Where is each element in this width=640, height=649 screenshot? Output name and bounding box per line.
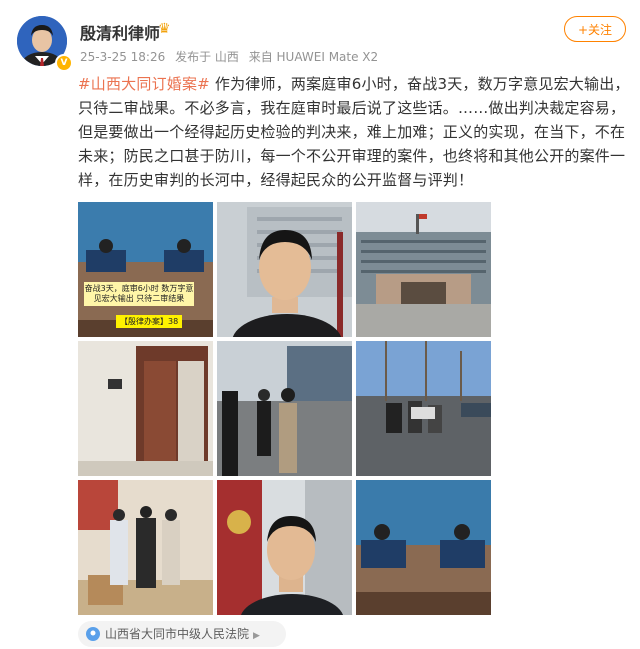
photo-office-door[interactable] <box>78 341 213 476</box>
photo-three-people[interactable] <box>78 480 213 615</box>
follow-button[interactable]: +关注 <box>564 16 626 42</box>
photo-tag-overlay: 【殷律办案】38 <box>116 315 183 328</box>
post-text: #山西大同订婚案# 作为律师，两案庭审6小时，奋战3天，数万字意见宏大输出，只待… <box>78 72 630 192</box>
post-date: 25-3-25 18:26 <box>80 50 166 64</box>
post-meta: 25-3-25 18:26 发布于 山西 来自 HUAWEI Mate X2 <box>80 48 384 65</box>
photo-court-building[interactable] <box>356 202 491 337</box>
photo-crowd-street[interactable] <box>356 341 491 476</box>
photo-outdoor-group[interactable] <box>217 341 352 476</box>
location-pin-icon <box>86 627 100 641</box>
post-device: 来自 HUAWEI Mate X2 <box>248 50 379 64</box>
photo-courtroom-hearing[interactable] <box>356 480 491 615</box>
location-tag[interactable]: 山西省大同市中级人民法院 ▶ <box>78 621 286 647</box>
photo-courtroom-caption[interactable]: 奋战3天，庭审6小时 数万字意见宏大输出 只待二审结果 【殷律办案】38 <box>78 202 213 337</box>
photo-selfie-court-sign[interactable] <box>217 480 352 615</box>
username[interactable]: 殷清利律师 <box>80 20 160 44</box>
topic-link[interactable]: #山西大同订婚案# <box>78 75 210 93</box>
verified-badge-icon: V <box>55 54 73 72</box>
chevron-right-icon: ▶ <box>253 631 260 641</box>
photo-selfie-building[interactable] <box>217 202 352 337</box>
photo-caption-overlay: 奋战3天，庭审6小时 数万字意见宏大输出 只待二审结果 <box>84 282 194 306</box>
location-text: 山西省大同市中级人民法院 <box>105 627 250 641</box>
post-location-label: 发布于 山西 <box>175 50 239 64</box>
crown-icon: ♛ <box>158 21 171 37</box>
